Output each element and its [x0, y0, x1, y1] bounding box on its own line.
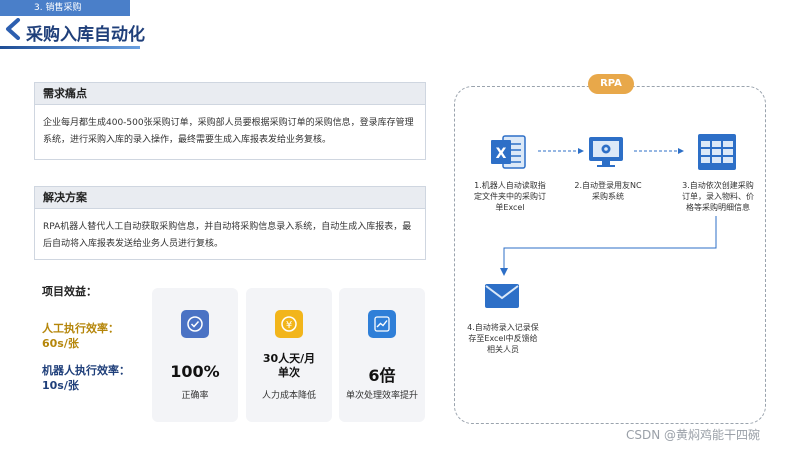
solution-text: RPA机器人替代人工自动获取采购信息，并自动将采购信息录入系统，自动生成入库报表… — [43, 222, 412, 249]
svg-text:¥: ¥ — [286, 320, 292, 331]
step-4-text: 4.自动将录入记录保 存至Excel中反馈给 相关人员 — [467, 323, 539, 354]
card-caption: 人力成本降低 — [261, 391, 316, 401]
title-underline — [0, 46, 140, 49]
robot-efficiency-title: 机器人执行效率： — [42, 364, 130, 377]
arrow-right-icon — [634, 148, 684, 154]
card-value-line2: 单次 — [278, 366, 300, 379]
pain-points-heading: 需求痛点 — [35, 83, 425, 105]
benefit-card-accuracy: 100% 正确率 — [152, 288, 238, 422]
step-1-text: 1.机器人自动读取指 定文件夹中的采购订 单Excel — [474, 181, 546, 212]
arrow-right-icon — [538, 148, 584, 154]
solution-heading: 解决方案 — [35, 187, 425, 209]
check-icon — [181, 310, 209, 338]
chevron-left-icon — [6, 18, 20, 40]
card-caption: 正确率 — [181, 391, 209, 401]
rpa-badge: RPA — [588, 74, 634, 94]
monitor-gear-icon — [589, 137, 623, 167]
human-efficiency-title: 人工执行效率： — [42, 322, 119, 335]
mail-icon — [485, 284, 519, 308]
step-3-text: 3.自动依次创建采购 订单，录入物料、价 格等采购明细信息 — [682, 181, 754, 212]
chart-trend-icon — [368, 310, 396, 338]
benefit-card-cost: ¥ 30人天/月 单次 人力成本降低 — [246, 288, 332, 422]
robot-efficiency-value: 10s/张 — [42, 379, 79, 392]
card-value: 6倍 — [368, 366, 396, 385]
yuan-icon: ¥ — [275, 310, 303, 338]
svg-text:X: X — [496, 146, 507, 162]
step-2-text: 2.自动登录用友NC 采购系统 — [574, 181, 642, 201]
human-efficiency-value: 60s/张 — [42, 337, 79, 350]
solution-panel: 解决方案 RPA机器人替代人工自动获取采购信息，并自动将采购信息录入系统，自动生… — [34, 186, 426, 260]
excel-icon: X — [491, 135, 526, 169]
watermark: CSDN @黄焖鸡能干四碗 — [626, 428, 761, 442]
benefits-label: 项目效益： — [42, 285, 97, 298]
arrow-return-icon — [500, 216, 717, 276]
benefit-card-efficiency: 6倍 单次处理效率提升 — [339, 288, 425, 422]
card-value-line1: 30人天/月 — [262, 352, 316, 365]
pain-points-text: 企业每月都生成400-500张采购订单，采购部人员要根据采购订单的采购信息，登录… — [43, 118, 414, 145]
section-tab: 3. 销售采购 — [0, 0, 130, 16]
card-value: 100% — [170, 362, 220, 381]
card-caption: 单次处理效率提升 — [345, 391, 418, 401]
pain-points-panel: 需求痛点 企业每月都生成400-500张采购订单，采购部人员要根据采购订单的采购… — [34, 82, 426, 160]
page-title: 采购入库自动化 — [26, 25, 145, 45]
table-grid-icon — [698, 134, 736, 170]
